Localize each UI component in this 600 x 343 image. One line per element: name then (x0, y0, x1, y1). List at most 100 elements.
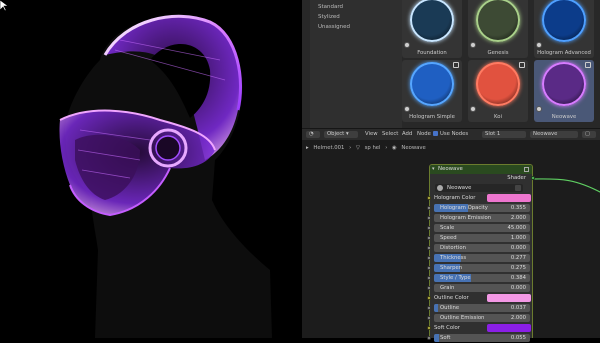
value-slider[interactable]: Sharpen 0.275 (434, 264, 530, 272)
input-label: Grain (440, 285, 455, 291)
input-label: Distortion (440, 245, 466, 251)
color-swatch[interactable] (487, 294, 531, 302)
3d-viewport[interactable] (0, 0, 302, 338)
breadcrumb-mesh[interactable]: sp hel (365, 145, 381, 151)
input-outline-emission[interactable]: Outline Emission 2.000 (427, 313, 532, 323)
input-socket[interactable] (427, 306, 431, 310)
input-value: 2.000 (510, 315, 526, 321)
input-socket[interactable] (427, 196, 431, 200)
input-grain[interactable]: Grain 0.000 (427, 283, 532, 293)
tile-label: Hologram Advanced (537, 50, 591, 56)
edit-icon[interactable] (453, 62, 459, 68)
input-socket[interactable] (427, 286, 431, 290)
input-value: 0.275 (510, 265, 526, 271)
input-soft-color[interactable]: Soft Color (427, 323, 532, 333)
value-slider[interactable]: Distortion 0.000 (434, 244, 530, 252)
input-hologram-emission[interactable]: Hologram Emission 2.000 (427, 213, 532, 223)
input-value: 0.000 (510, 285, 526, 291)
breadcrumb-material[interactable]: Neowave (401, 145, 425, 151)
input-socket[interactable] (427, 236, 431, 240)
material-tile-neowave[interactable]: Neowave (534, 60, 594, 122)
material-icon (404, 106, 410, 112)
menu-select[interactable]: Select (382, 131, 398, 137)
value-slider[interactable]: Soft 0.055 (434, 334, 530, 342)
menu-node[interactable]: Node (417, 131, 431, 137)
value-slider[interactable]: Hologram Emission 2.000 (434, 214, 530, 222)
input-socket[interactable] (427, 316, 431, 320)
checkbox-icon (433, 131, 438, 136)
input-socket[interactable] (427, 296, 431, 300)
slider-fill (434, 334, 440, 342)
input-socket[interactable] (427, 246, 431, 250)
input-socket[interactable] (427, 226, 431, 230)
right-panel: Standard Stylized Unassigned Foundation … (302, 0, 600, 342)
edit-icon[interactable] (519, 62, 525, 68)
input-style-type[interactable]: Style / Type 0.384 (427, 273, 532, 283)
value-slider[interactable]: Hologram Opacity 0.355 (434, 204, 530, 212)
value-slider[interactable]: Style / Type 0.384 (434, 274, 530, 282)
material-tile-koi[interactable]: Koi (468, 60, 528, 122)
slot-dropdown[interactable]: Slot 1 (482, 131, 526, 138)
neowave-node[interactable]: ▾ Neowave Shader Neowave Hologram Color H… (427, 164, 535, 342)
object-mode-dropdown[interactable]: Object ▾ (324, 131, 358, 138)
input-value: 0.055 (510, 335, 526, 341)
group-row: Neowave (430, 183, 532, 193)
material-selector[interactable]: Neowave (530, 131, 578, 138)
input-socket[interactable] (427, 336, 431, 340)
input-outline[interactable]: Outline 0.037 (427, 303, 532, 313)
input-soft[interactable]: Soft 0.055 (427, 333, 532, 343)
tile-label: Genesis (487, 50, 509, 56)
collapse-icon[interactable]: ▾ (432, 165, 435, 174)
menu-add[interactable]: Add (402, 131, 412, 137)
input-sharpen[interactable]: Sharpen 0.275 (427, 263, 532, 273)
input-distortion[interactable]: Distortion 0.000 (427, 243, 532, 253)
slot-label: Slot 1 (485, 131, 501, 137)
input-label: Outline Color (434, 295, 469, 301)
material-tile-hologram-advanced[interactable]: Hologram Advanced (534, 0, 594, 58)
input-socket[interactable] (427, 206, 431, 210)
use-nodes-toggle[interactable]: Use Nodes (433, 131, 468, 137)
input-hologram-opacity[interactable]: Hologram Opacity 0.355 (427, 203, 532, 213)
input-socket[interactable] (427, 276, 431, 280)
edit-icon[interactable] (585, 62, 591, 68)
color-swatch[interactable] (487, 324, 531, 332)
value-slider[interactable]: Thickness 0.277 (434, 254, 530, 262)
category-stylized[interactable]: Stylized (310, 12, 402, 22)
input-scale[interactable]: Scale 45.000 (427, 223, 532, 233)
input-thickness[interactable]: Thickness 0.277 (427, 253, 532, 263)
node-group-selector[interactable]: Neowave (435, 184, 523, 192)
material-tile-foundation[interactable]: Foundation (402, 0, 462, 58)
input-socket[interactable] (427, 266, 431, 270)
input-hologram-color[interactable]: Hologram Color (427, 193, 532, 203)
input-socket[interactable] (427, 256, 431, 260)
input-socket[interactable] (427, 216, 431, 220)
material-tile-hologram-simple[interactable]: Hologram Simple (402, 60, 462, 122)
breadcrumb-object[interactable]: Helmet.001 (313, 145, 344, 151)
input-value: 0.037 (510, 305, 526, 311)
input-speed[interactable]: Speed 1.000 (427, 233, 532, 243)
material-preview (542, 62, 586, 106)
breadcrumb-separator: › (385, 145, 388, 151)
editor-type-icon[interactable]: ◔ (306, 131, 320, 138)
input-value: 0.355 (510, 205, 526, 211)
value-slider[interactable]: Grain 0.000 (434, 284, 530, 292)
value-slider[interactable]: Speed 1.000 (434, 234, 530, 242)
shader-socket[interactable] (531, 176, 535, 180)
color-swatch[interactable] (487, 194, 531, 202)
input-socket[interactable] (427, 326, 431, 330)
material-tile-genesis[interactable]: Genesis (468, 0, 528, 58)
value-slider[interactable]: Scale 45.000 (434, 224, 530, 232)
value-slider[interactable]: Outline 0.037 (434, 304, 530, 312)
category-unassigned[interactable]: Unassigned (310, 22, 402, 32)
node-title[interactable]: ▾ Neowave (430, 165, 532, 174)
category-standard[interactable]: Standard (310, 2, 402, 12)
menu-view[interactable]: View (365, 131, 378, 137)
value-slider[interactable]: Outline Emission 2.000 (434, 314, 530, 322)
arrow-cursor-icon (0, 0, 8, 12)
tile-label: Hologram Simple (409, 114, 455, 120)
node-group-icon[interactable] (524, 167, 529, 172)
input-outline-color[interactable]: Outline Color (427, 293, 532, 303)
browse-icon[interactable] (515, 185, 521, 191)
browse-icon[interactable]: ▢ (582, 131, 596, 138)
material-icon (536, 106, 542, 112)
